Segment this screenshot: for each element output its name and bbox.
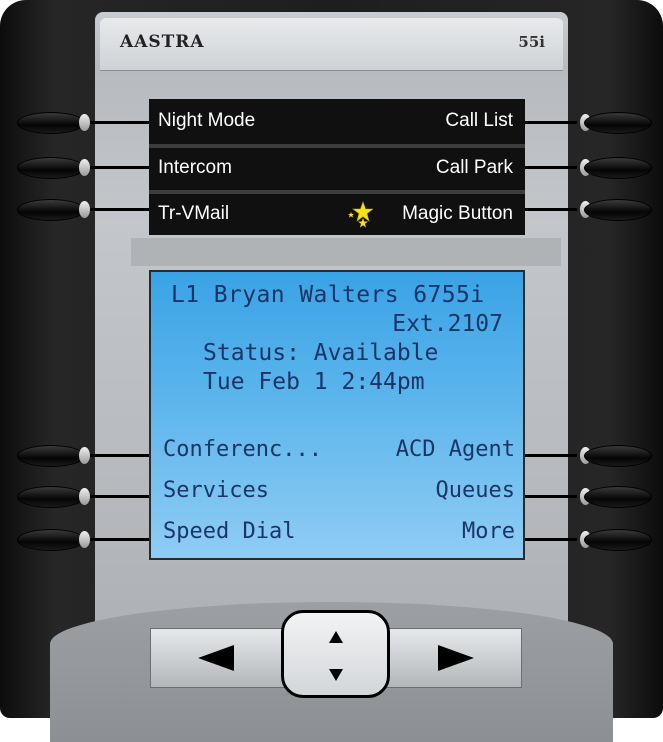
left-softkey-speed-dial[interactable]: [17, 529, 85, 551]
connector-line: [525, 454, 577, 457]
left-key-intercom[interactable]: [17, 157, 85, 179]
softkey-acd-agent[interactable]: ACD Agent: [396, 437, 515, 462]
connector-line: [86, 166, 149, 169]
softkey-speed-dial[interactable]: Speed Dial: [163, 519, 295, 544]
nav-up-down-button[interactable]: [281, 610, 390, 698]
programmable-key-labels: Night Mode Call List Intercom Call Park …: [149, 99, 525, 235]
model-label: 55i: [518, 33, 545, 51]
key-label-row: Night Mode Call List: [149, 102, 525, 144]
connector-line: [525, 121, 577, 124]
key-led: [79, 447, 90, 464]
connector-line: [525, 538, 577, 541]
key-label-intercom: Intercom: [158, 157, 232, 178]
key-label-row: Tr-VMail Magic Button: [149, 195, 525, 237]
right-key-call-list[interactable]: [584, 112, 652, 134]
connector-line: [525, 166, 577, 169]
label-strip: [131, 238, 561, 266]
softkey-queues[interactable]: Queues: [436, 478, 515, 503]
triangle-right-icon: [438, 645, 474, 671]
lcd-display: L1 Bryan Walters 6755i Ext.2107 Status: …: [149, 270, 525, 560]
key-label-row: Intercom Call Park: [149, 149, 525, 191]
left-softkey-services[interactable]: [17, 486, 85, 508]
connector-line: [86, 121, 149, 124]
connector-line: [86, 495, 149, 498]
triangle-left-icon: [198, 645, 234, 671]
right-softkey-queues[interactable]: [584, 486, 652, 508]
triangle-down-icon: [328, 669, 343, 681]
connector-line: [86, 208, 149, 211]
key-led: [79, 488, 90, 505]
right-softkey-more[interactable]: [584, 529, 652, 551]
nav-left-button[interactable]: [151, 629, 281, 687]
right-key-magic-button[interactable]: [584, 199, 652, 221]
softkey-more[interactable]: More: [462, 519, 515, 544]
nav-up-button[interactable]: [284, 627, 387, 647]
right-softkey-acd-agent[interactable]: [584, 445, 652, 467]
connector-line: [86, 454, 149, 457]
key-led: [79, 531, 90, 548]
softkey-conference[interactable]: Conferenc...: [163, 437, 322, 462]
key-label-call-park: Call Park: [435, 157, 513, 178]
lcd-line-name: L1 Bryan Walters 6755i: [171, 282, 485, 308]
divider: [149, 190, 525, 194]
phone: AASTRA 55i Night Mode Call List Intercom…: [0, 0, 663, 742]
left-key-night-mode[interactable]: [17, 112, 85, 134]
right-key-call-park[interactable]: [584, 157, 652, 179]
key-led: [79, 201, 90, 218]
key-label-tr-vmail: Tr-VMail: [158, 203, 230, 224]
softkey-services[interactable]: Services: [163, 478, 269, 503]
nav-down-button[interactable]: [284, 665, 387, 685]
key-led: [79, 114, 90, 131]
divider: [149, 144, 525, 148]
star-icon: [347, 201, 374, 233]
connector-line: [86, 538, 149, 541]
key-label-night-mode: Night Mode: [158, 110, 256, 131]
nav-right-button[interactable]: [391, 629, 521, 687]
left-softkey-conference[interactable]: [17, 445, 85, 467]
key-label-magic-button: Magic Button: [402, 203, 513, 224]
lcd-extension: Ext.2107: [392, 311, 503, 337]
phone-header: AASTRA 55i: [100, 18, 563, 71]
brand-logo: AASTRA: [120, 32, 205, 52]
left-key-tr-vmail[interactable]: [17, 199, 85, 221]
triangle-up-icon: [328, 631, 343, 643]
connector-line: [525, 495, 577, 498]
connector-line: [525, 208, 577, 211]
key-led: [79, 159, 90, 176]
key-label-call-list: Call List: [445, 110, 513, 131]
lcd-datetime: Tue Feb 1 2:44pm: [203, 369, 425, 395]
lcd-status: Status: Available: [203, 340, 439, 366]
